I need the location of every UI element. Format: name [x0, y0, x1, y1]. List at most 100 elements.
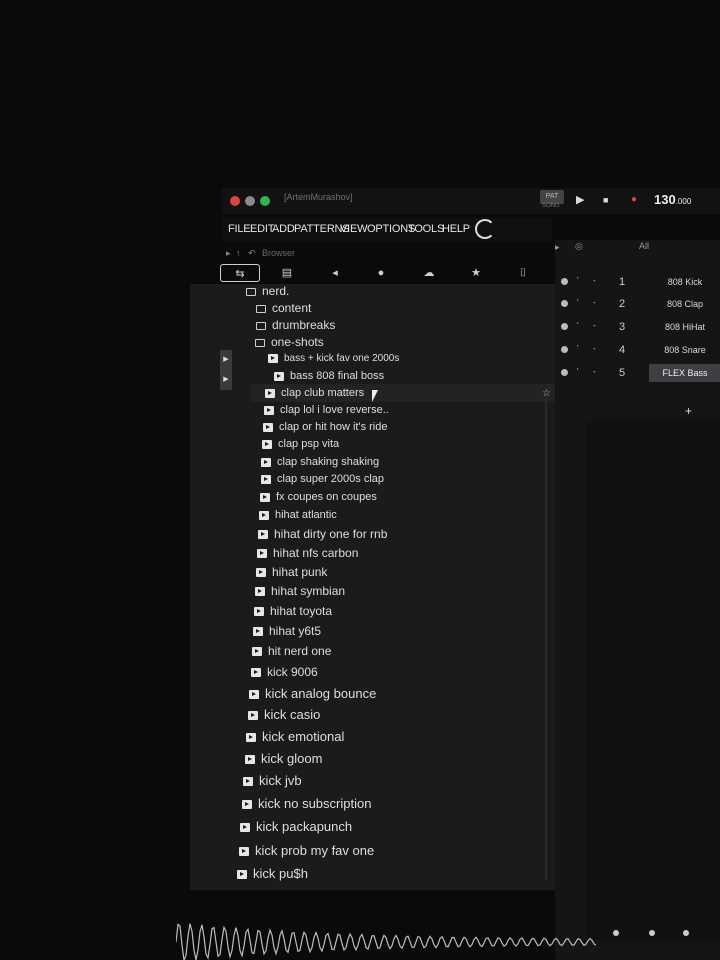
file-item[interactable]: hihat atlantic	[259, 509, 337, 521]
folder-label: one-shots	[271, 335, 324, 349]
collapse-arrow-icon[interactable]: ▸	[226, 248, 231, 259]
step-dot-icon[interactable]	[613, 930, 619, 936]
channel-name[interactable]: 808 Snare	[649, 341, 720, 359]
maximize-window-button[interactable]	[260, 196, 270, 206]
cloud-icon[interactable]: ☁	[409, 264, 449, 282]
file-item[interactable]: hihat punk	[256, 565, 327, 579]
tempo-display[interactable]: 130.000	[654, 192, 691, 207]
menu-add[interactable]: ADD	[272, 223, 295, 235]
file-item[interactable]: kick prob my fav one	[239, 843, 374, 858]
channel-led-icon[interactable]	[561, 346, 568, 353]
file-item[interactable]: kick casio	[248, 707, 320, 722]
file-item[interactable]: clap shaking shaking	[261, 456, 379, 468]
volume-knob-icon[interactable]: -	[593, 321, 596, 330]
file-item[interactable]: kick no subscription	[242, 796, 371, 811]
document-icon[interactable]: ▤	[267, 264, 307, 282]
pan-knob-icon[interactable]: '	[577, 344, 579, 353]
file-item[interactable]: kick jvb	[243, 773, 302, 788]
record-icon[interactable]: ●	[631, 194, 637, 205]
file-item[interactable]: hihat symbian	[255, 584, 345, 598]
close-window-button[interactable]	[230, 196, 240, 206]
file-item[interactable]: fx coupes on coupes	[260, 491, 377, 503]
file-item[interactable]: hihat toyota	[254, 604, 332, 618]
channel-led-icon[interactable]	[561, 300, 568, 307]
folder-icon[interactable]: ⌷	[503, 264, 543, 282]
up-arrow-icon[interactable]: ↑	[236, 248, 241, 258]
channel-led-icon[interactable]	[561, 369, 568, 376]
file-item[interactable]: bass 808 final boss	[274, 370, 384, 382]
file-label: hihat y6t5	[269, 624, 322, 638]
add-channel-button[interactable]: +	[685, 404, 692, 418]
stop-icon[interactable]: ■	[603, 195, 608, 205]
volume-knob-icon[interactable]: -	[593, 298, 596, 307]
step-dot-icon[interactable]	[683, 930, 689, 936]
audio-file-icon	[246, 733, 256, 743]
file-item[interactable]: bass + kick fav one 2000s	[268, 353, 399, 364]
menu-tools[interactable]: TOOLS	[408, 223, 444, 235]
folder-drumbreaks[interactable]: drumbreaks	[256, 318, 335, 332]
channel-led-icon[interactable]	[561, 278, 568, 285]
pan-knob-icon[interactable]: '	[577, 321, 579, 330]
file-item[interactable]: clap club matters	[265, 387, 364, 399]
file-item[interactable]: clap psp vita	[262, 438, 339, 450]
favorite-star-icon[interactable]: ☆	[542, 388, 551, 399]
file-item[interactable]: kick emotional	[246, 729, 344, 744]
channel-name[interactable]: FLEX Bass	[649, 364, 720, 382]
pan-knob-icon[interactable]: '	[577, 276, 579, 285]
pan-knob-icon[interactable]: '	[577, 298, 579, 307]
waveform-icon[interactable]: ⇆	[220, 264, 260, 282]
volume-knob-icon[interactable]: -	[593, 276, 596, 285]
dropdown-arrow-icon[interactable]: ▸	[555, 242, 560, 253]
star-icon[interactable]: ★	[456, 264, 496, 282]
file-item[interactable]: kick analog bounce	[249, 686, 376, 701]
folder-one-shots[interactable]: one-shots	[255, 335, 324, 349]
menu-help[interactable]: HELP	[442, 223, 470, 235]
tempo-value: 130	[654, 192, 676, 207]
file-item[interactable]: hihat dirty one for rnb	[258, 527, 387, 541]
audio-file-icon	[264, 405, 274, 415]
menu-edit[interactable]: EDIT	[250, 223, 274, 235]
menu-view[interactable]: VIEW	[340, 223, 368, 235]
channel-row[interactable]: ' - 4 808 Snare	[555, 340, 720, 360]
globe-icon[interactable]: ●	[361, 264, 401, 282]
folder-content[interactable]: content	[256, 301, 311, 315]
play-icon[interactable]: ▶	[576, 193, 584, 206]
folder-open-icon	[255, 338, 265, 347]
file-item[interactable]: clap lol i love reverse..	[264, 404, 389, 416]
song-mode-label[interactable]: SONG	[542, 203, 560, 209]
channel-name[interactable]: 808 Clap	[649, 295, 720, 313]
plugin-icon[interactable]: ◂	[315, 264, 355, 282]
channel-name[interactable]: 808 HiHat	[649, 318, 720, 336]
pat-mode-button[interactable]: PAT	[540, 190, 564, 204]
file-item[interactable]: hihat nfs carbon	[257, 546, 358, 560]
folder-nerd[interactable]: nerd.	[246, 284, 289, 298]
menu-file[interactable]: FILE	[228, 223, 251, 235]
channel-row[interactable]: ' - 2 808 Clap	[555, 294, 720, 314]
file-label: hit nerd one	[268, 644, 332, 658]
minimize-window-button[interactable]	[245, 196, 255, 206]
channel-row[interactable]: ' - 1 808 Kick	[555, 272, 720, 292]
file-item[interactable]: clap super 2000s clap	[261, 473, 384, 485]
file-item[interactable]: kick pu$h	[237, 866, 308, 881]
pattern-area	[585, 420, 720, 940]
volume-knob-icon[interactable]: -	[593, 344, 596, 353]
swing-icon[interactable]: ◎	[575, 241, 583, 252]
file-item[interactable]: kick gloom	[245, 751, 322, 766]
channel-row[interactable]: ' - 5 FLEX Bass	[555, 363, 720, 383]
file-item[interactable]: kick packapunch	[240, 819, 352, 834]
step-dot-icon[interactable]	[649, 930, 655, 936]
back-arrow-icon[interactable]: ↶	[248, 248, 256, 259]
browser-scrollbar[interactable]	[545, 390, 547, 880]
file-item[interactable]: hihat y6t5	[253, 624, 321, 638]
channel-led-icon[interactable]	[561, 323, 568, 330]
pan-knob-icon[interactable]: '	[577, 367, 579, 376]
channel-row[interactable]: ' - 3 808 HiHat	[555, 317, 720, 337]
file-item[interactable]: hit nerd one	[252, 644, 331, 658]
browser-side-handle[interactable]: ▶ ▶	[220, 350, 232, 390]
file-label: hihat symbian	[271, 584, 346, 598]
channel-name[interactable]: 808 Kick	[649, 273, 720, 291]
file-item[interactable]: kick 9006	[251, 665, 318, 679]
volume-knob-icon[interactable]: -	[593, 367, 596, 376]
file-item[interactable]: clap or hit how it's ride	[263, 421, 387, 433]
channel-filter[interactable]: All	[639, 241, 649, 251]
